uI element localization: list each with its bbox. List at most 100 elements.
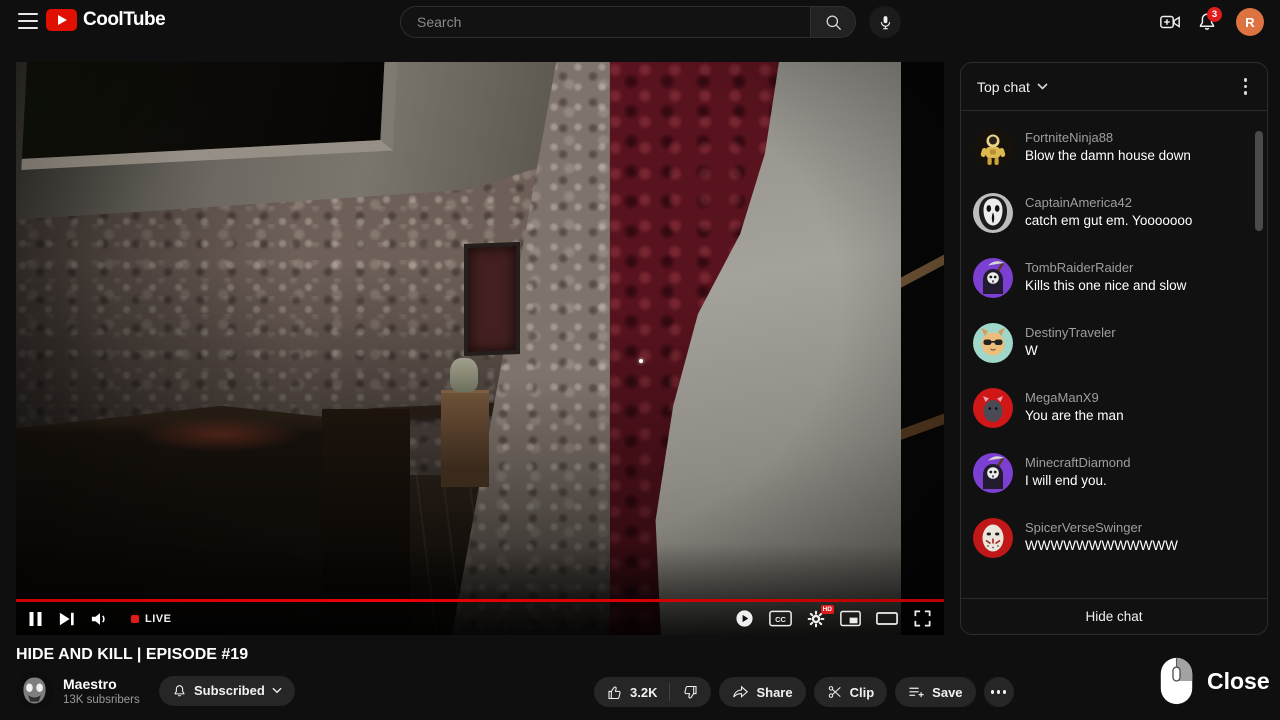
chat-mode-label: Top chat — [977, 79, 1030, 95]
live-dot-icon — [131, 615, 139, 623]
action-bar: 3.2K Share Clip Save — [594, 677, 1014, 707]
fullscreen-button[interactable] — [913, 609, 932, 628]
channel-name[interactable]: Maestro — [63, 676, 149, 692]
bell-icon — [172, 683, 187, 699]
miniplayer-button[interactable] — [840, 610, 861, 627]
subscribed-label: Subscribed — [194, 683, 265, 698]
clip-label: Clip — [850, 685, 875, 700]
hd-badge: HD — [821, 605, 834, 614]
chat-message: FortniteNinja88 Blow the damn house down — [973, 128, 1255, 168]
chat-text: You are the man — [1025, 408, 1124, 424]
chat-avatar[interactable] — [973, 388, 1013, 428]
chat-message: MegaManX9 You are the man — [973, 388, 1255, 428]
like-dislike-pill: 3.2K — [594, 677, 711, 707]
fullscreen-icon — [913, 609, 932, 628]
search-input[interactable] — [417, 14, 810, 30]
chevron-down-icon — [1037, 83, 1048, 90]
share-label: Share — [756, 685, 792, 700]
chat-text: Blow the damn house down — [1025, 148, 1191, 164]
autoplay-toggle[interactable] — [735, 609, 754, 628]
volume-icon — [91, 611, 109, 627]
volume-button[interactable] — [91, 611, 109, 627]
chat-message: MinecraftDiamond I will end you. — [973, 453, 1255, 493]
more-actions-button[interactable] — [984, 677, 1014, 707]
chat-text: catch em gut em. Yooooooo — [1025, 213, 1192, 229]
video-plus-icon — [1159, 11, 1181, 33]
miniplayer-icon — [840, 610, 861, 627]
chat-avatar[interactable] — [973, 193, 1013, 233]
chat-message-list[interactable]: FortniteNinja88 Blow the damn house down… — [961, 112, 1267, 598]
top-bar: CoolTube 3 R — [0, 0, 1280, 44]
chat-header: Top chat — [961, 63, 1267, 111]
clip-button[interactable]: Clip — [814, 677, 888, 707]
svg-text:CC: CC — [775, 615, 786, 624]
live-label: LIVE — [145, 613, 171, 625]
video-title: HIDE AND KILL | EPISODE #19 — [16, 646, 248, 664]
chat-username[interactable]: FortniteNinja88 — [1025, 130, 1191, 145]
captions-icon: CC — [769, 610, 792, 627]
chat-message: CaptainAmerica42 catch em gut em. Yooooo… — [973, 193, 1255, 233]
chat-scrollbar[interactable] — [1255, 131, 1263, 231]
chat-username[interactable]: DestinyTraveler — [1025, 325, 1116, 340]
like-button[interactable]: 3.2K — [594, 677, 669, 707]
chat-text: Kills this one nice and slow — [1025, 278, 1186, 294]
live-chat-panel: Top chat FortniteNinja88 Blow the damn h… — [960, 62, 1268, 635]
like-count: 3.2K — [630, 685, 657, 700]
next-icon — [59, 611, 75, 627]
menu-icon[interactable] — [18, 13, 38, 29]
chat-menu-button[interactable] — [1240, 74, 1252, 99]
notification-badge: 3 — [1207, 7, 1222, 22]
close-label: Close — [1207, 668, 1270, 695]
mic-icon — [877, 14, 894, 31]
logo-text: CoolTube — [83, 9, 165, 31]
captions-button[interactable]: CC — [769, 610, 792, 627]
chat-username[interactable]: CaptainAmerica42 — [1025, 195, 1192, 210]
scissors-icon — [827, 684, 843, 700]
chat-username[interactable]: SpicerVerseSwinger — [1025, 520, 1178, 535]
share-button[interactable]: Share — [719, 677, 805, 707]
chevron-down-icon — [272, 687, 282, 694]
theater-icon — [876, 611, 898, 626]
chat-text: W — [1025, 343, 1116, 359]
pause-button[interactable] — [28, 611, 43, 627]
channel-subscribers: 13K subsribers — [63, 694, 149, 706]
live-indicator: LIVE — [131, 613, 171, 625]
channel-avatar[interactable] — [16, 672, 53, 709]
chat-mode-dropdown[interactable]: Top chat — [977, 79, 1048, 95]
video-player[interactable]: LIVE CC — [16, 62, 944, 635]
maestro-mask-icon — [16, 672, 53, 709]
search-icon — [824, 13, 843, 32]
chat-avatar[interactable] — [973, 128, 1013, 168]
chat-text: WWWWWWWWWWWW — [1025, 538, 1178, 554]
chat-avatar[interactable] — [973, 453, 1013, 493]
chat-message: DestinyTraveler W — [973, 323, 1255, 363]
theater-mode-button[interactable] — [876, 611, 898, 626]
subscribed-button[interactable]: Subscribed — [159, 676, 295, 706]
settings-button[interactable]: HD — [807, 610, 825, 628]
chat-avatar[interactable] — [973, 258, 1013, 298]
voice-search-button[interactable] — [869, 6, 901, 38]
thumbs-down-icon — [682, 684, 699, 701]
next-button[interactable] — [59, 611, 75, 627]
more-icon — [991, 690, 995, 694]
create-video-button[interactable] — [1159, 11, 1181, 38]
mouse-right-click-icon — [1158, 656, 1195, 706]
account-avatar[interactable]: R — [1236, 8, 1264, 36]
hide-chat-button[interactable]: Hide chat — [961, 598, 1267, 634]
chat-username[interactable]: TombRaiderRaider — [1025, 260, 1186, 275]
chat-avatar[interactable] — [973, 323, 1013, 363]
search-box — [400, 6, 810, 38]
close-hint[interactable]: Close — [1158, 656, 1270, 706]
share-icon — [732, 685, 749, 700]
chat-username[interactable]: MegaManX9 — [1025, 390, 1124, 405]
thumbs-up-icon — [606, 684, 623, 701]
save-button[interactable]: Save — [895, 677, 975, 707]
dislike-button[interactable] — [670, 677, 711, 707]
play-logo-icon — [46, 9, 77, 31]
chat-username[interactable]: MinecraftDiamond — [1025, 455, 1131, 470]
notifications-button[interactable]: 3 — [1196, 11, 1218, 38]
chat-avatar[interactable] — [973, 518, 1013, 558]
chat-text: I will end you. — [1025, 473, 1131, 489]
search-button[interactable] — [810, 6, 856, 38]
logo[interactable]: CoolTube — [46, 9, 165, 31]
